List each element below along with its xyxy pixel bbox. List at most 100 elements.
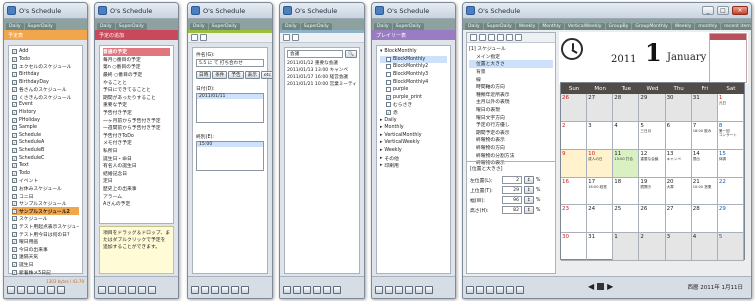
calendar-day[interactable]: 28 <box>691 205 718 234</box>
search-button[interactable] <box>128 286 136 294</box>
add-button[interactable] <box>293 286 301 294</box>
view-button[interactable] <box>466 286 474 294</box>
layout-item[interactable]: ▸ Weekly <box>380 147 447 155</box>
calendar-day[interactable]: 8 第一回 コンサート <box>717 121 744 150</box>
list-item[interactable]: History <box>12 109 79 117</box>
value-field[interactable]: 29 <box>502 186 522 194</box>
list-item[interactable]: 遠隔天気 <box>12 253 79 261</box>
calendar-day[interactable]: 27 <box>665 205 692 234</box>
expand-icon[interactable]: ▸ <box>380 125 382 130</box>
calendar-day[interactable]: 3 <box>665 233 692 261</box>
layout-item[interactable]: ▸ VerticalWeekly <box>380 139 447 147</box>
help-button[interactable] <box>57 286 65 294</box>
tab-superdaily[interactable]: SuperDaily <box>300 23 332 30</box>
calendar-day[interactable]: 10 成人の日 <box>587 149 614 178</box>
list-item[interactable]: Add <box>12 48 79 56</box>
edit-button[interactable] <box>395 286 403 294</box>
list-item[interactable]: Todo <box>12 170 79 178</box>
calendar-day[interactable]: 29 <box>717 205 744 234</box>
layout-item[interactable]: BlockMonthly4 <box>380 78 447 86</box>
calendar-day[interactable]: 2 <box>561 121 588 150</box>
calendar-day[interactable]: 14 提出 <box>691 149 718 178</box>
tree-header[interactable]: [1] スケジュール <box>469 45 553 53</box>
checkbox[interactable] <box>12 87 17 93</box>
end-entry[interactable]: 15:00 <box>197 142 263 147</box>
tab-superdaily[interactable]: SuperDaily <box>483 23 515 30</box>
checkbox[interactable] <box>386 72 391 78</box>
view-button[interactable] <box>375 286 383 294</box>
checkbox[interactable] <box>12 79 17 85</box>
tab-datetime[interactable]: 日時 <box>196 71 212 79</box>
tab-recent-items[interactable]: recent items <box>721 23 751 30</box>
list-item[interactable]: サンプルスケジュール <box>12 200 79 208</box>
tab-weekly[interactable]: Weekly <box>671 23 695 30</box>
checkbox[interactable] <box>12 49 17 55</box>
checkbox[interactable] <box>12 72 17 78</box>
tab-monthly[interactable]: Monthly <box>539 23 564 30</box>
search-result[interactable]: 2011/01/21 10:00 営業ミーティ <box>287 81 357 88</box>
layout-item[interactable]: BlockMonthly3 <box>380 71 447 79</box>
expand-icon[interactable]: ▸ <box>380 133 382 138</box>
list-item[interactable]: コニ日 <box>12 192 79 200</box>
title-bar[interactable]: O's Schedule <box>280 3 364 19</box>
calendar-day[interactable]: 12 重要な会議 <box>639 149 666 178</box>
checkbox[interactable] <box>12 201 17 207</box>
checkbox[interactable] <box>12 193 17 199</box>
new-icon[interactable] <box>470 34 477 41</box>
tab-etc[interactable]: etc <box>260 71 272 79</box>
event-text[interactable]: コンサート <box>719 133 742 137</box>
list-item[interactable]: テスト用起点表示スケジュール <box>12 223 79 231</box>
title-bar[interactable]: O's Schedule <box>372 3 455 19</box>
event-text[interactable]: 15:00 打合 <box>614 157 637 161</box>
event-text[interactable]: 10:00 営業 <box>693 185 716 189</box>
calendar-day[interactable]: 26 <box>639 205 666 234</box>
next-arrow-icon[interactable]: ▶ <box>607 282 613 291</box>
calendar-day[interactable]: 21 10:00 営業 <box>691 177 718 206</box>
calendar-day[interactable]: 5 三日月 <box>639 121 666 150</box>
settings-button[interactable] <box>47 286 55 294</box>
list-icon[interactable] <box>191 34 198 41</box>
list-item[interactable]: スケジュール <box>12 215 79 223</box>
tab-weekly[interactable]: Weekly <box>515 23 539 30</box>
tab-daily[interactable]: Daily <box>190 23 208 30</box>
checkbox[interactable] <box>12 110 17 116</box>
event-text[interactable]: 元日 <box>719 101 742 105</box>
expand-icon[interactable]: ▾ <box>380 49 382 54</box>
search-result[interactable]: 2011/01/13 13:00 キャンペ <box>287 67 357 74</box>
help-button[interactable] <box>333 286 341 294</box>
template-item[interactable]: やることと <box>103 78 170 86</box>
tab-notice[interactable]: 予告 <box>228 71 244 79</box>
tree-item[interactable]: 終曜物の表示 <box>469 136 553 144</box>
tab-display[interactable]: 表示 <box>244 71 260 79</box>
checkbox[interactable] <box>12 216 17 222</box>
up-icon[interactable] <box>506 34 513 41</box>
checkbox[interactable] <box>12 64 17 70</box>
add-button[interactable] <box>385 286 393 294</box>
checkbox[interactable] <box>12 148 17 154</box>
calendar-day[interactable]: 16 <box>561 177 588 206</box>
name-field[interactable]: 5.5 に て 打ち合わせ <box>196 59 264 67</box>
expand-icon[interactable]: ▸ <box>380 156 382 161</box>
list-item[interactable]: PHoliday <box>12 116 79 124</box>
checkbox[interactable] <box>12 254 17 260</box>
calendar-day[interactable]: 27 <box>587 94 614 122</box>
event-text[interactable]: 重要な会議 <box>640 157 663 161</box>
settings-button[interactable] <box>138 286 146 294</box>
checkbox[interactable] <box>12 170 17 176</box>
calendar-day[interactable]: 15 体調 <box>717 149 744 178</box>
calendar-day[interactable]: 31 <box>691 94 718 122</box>
template-item[interactable]: 最終 ○番目の予定 <box>103 71 170 79</box>
template-item[interactable]: 一週間前から予告付き予定 <box>103 124 170 132</box>
today-button[interactable] <box>597 283 605 290</box>
template-item[interactable]: 普通の予定 <box>103 48 170 56</box>
add-button[interactable] <box>17 286 25 294</box>
list-item[interactable]: Todo <box>12 56 79 64</box>
maximize-button[interactable]: □ <box>717 6 729 15</box>
tab-superdaily[interactable]: SuperDaily <box>115 23 147 30</box>
calendar-day[interactable]: 9 <box>561 149 588 178</box>
search-button[interactable] <box>405 286 413 294</box>
tree-item[interactable]: 位置と大きさ <box>469 60 553 68</box>
checkbox[interactable] <box>12 155 17 161</box>
help-button[interactable] <box>241 286 249 294</box>
calendar-day[interactable]: 26 <box>561 94 588 122</box>
